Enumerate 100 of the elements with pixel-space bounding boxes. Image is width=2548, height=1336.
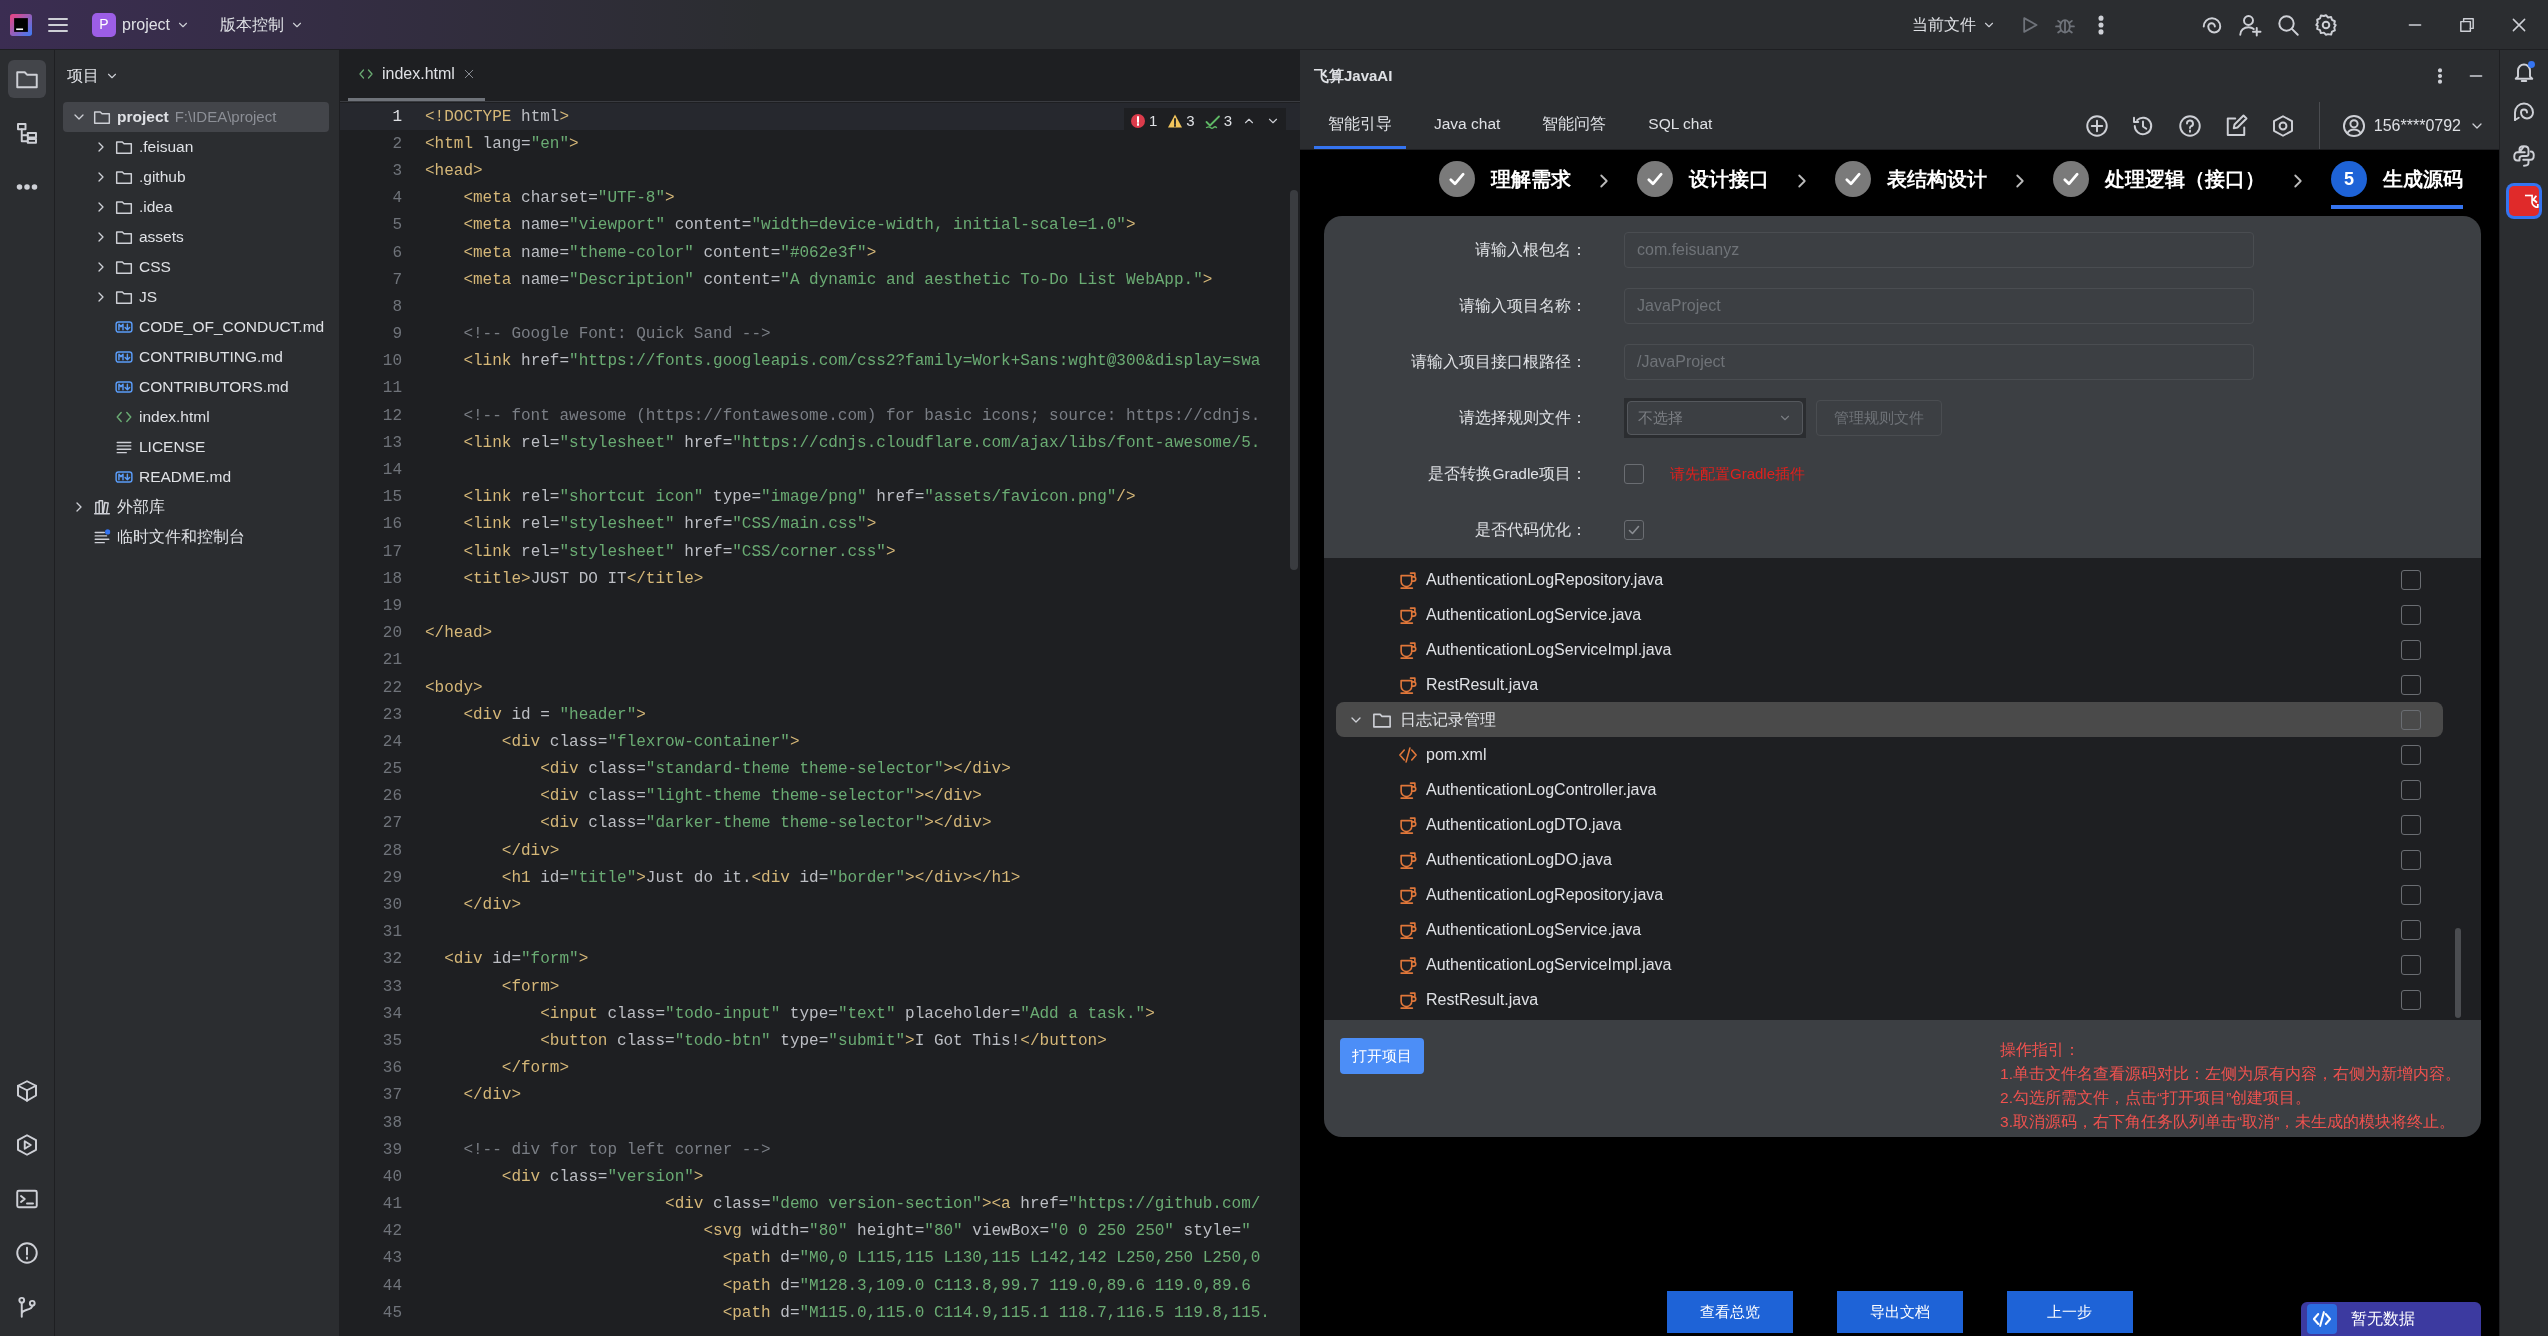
java-file-icon — [1398, 569, 1418, 590]
code-line: </div> — [462, 895, 522, 917]
file-row[interactable]: AuthenticationLogRepository.java — [1324, 877, 2421, 912]
panel-tab[interactable]: SQL chat — [1634, 102, 1727, 149]
checkbox[interactable] — [2401, 884, 2421, 905]
checkbox[interactable] — [2401, 709, 2421, 730]
services-icon[interactable] — [15, 1133, 39, 1157]
code-line: <div class="light-theme theme-selector"></div> — [539, 786, 982, 808]
tree-row[interactable]: index.html — [63, 402, 329, 432]
app-logo-icon[interactable] — [10, 13, 32, 36]
file-row[interactable]: AuthenticationLogController.java — [1324, 772, 2421, 807]
checkbox[interactable] — [2401, 779, 2421, 800]
search-icon[interactable] — [2276, 12, 2300, 37]
checkbox[interactable] — [1624, 464, 1644, 484]
checkbox[interactable] — [2401, 814, 2421, 835]
checkbox[interactable] — [1624, 520, 1644, 540]
scrollbar-thumb[interactable] — [2455, 928, 2461, 1018]
tree-row[interactable]: CSS — [63, 252, 329, 282]
file-row[interactable]: RestResult.java — [1324, 667, 2421, 702]
package-icon[interactable] — [15, 1079, 39, 1103]
step-item[interactable]: 表结构设计 — [1835, 153, 1987, 209]
item-label: CSS — [139, 257, 171, 278]
folder-row[interactable]: 日志记录管理 — [1336, 702, 2443, 737]
run-config-menu[interactable]: 当前文件 — [1904, 8, 2004, 41]
checkbox[interactable] — [2401, 989, 2421, 1010]
line-number: 19 — [381, 595, 402, 617]
item-label: CODE_OF_CONDUCT.md — [139, 317, 325, 338]
tree-row[interactable]: 外部库 — [63, 492, 329, 522]
checkbox[interactable] — [2401, 569, 2421, 590]
code-line: <path d="M115.0,115.0 C114.9,115.1 118.7,116.5 119.8,115. — [721, 1302, 1270, 1324]
file-row[interactable]: AuthenticationLogServiceImpl.java — [1324, 947, 2421, 982]
tree-row[interactable]: CONTRIBUTING.md — [63, 342, 329, 372]
line-number: 28 — [381, 840, 402, 862]
file-row[interactable]: AuthenticationLogServiceImpl.java — [1324, 632, 2421, 667]
structure-icon[interactable] — [15, 121, 39, 145]
panel-title[interactable]: 项目 — [67, 64, 99, 88]
task-status: 暂无数据 — [2351, 1309, 2415, 1329]
vcs-menu[interactable]: 版本控制 — [212, 8, 313, 41]
step-item[interactable]: 处理逻辑（接口） — [2053, 153, 2265, 209]
project-switcher[interactable]: P project — [84, 8, 199, 41]
file-row[interactable]: pom.xml — [1324, 737, 2421, 772]
select-value: 不选择 — [1638, 407, 1683, 428]
add-icon[interactable] — [2084, 113, 2109, 138]
panel-tab[interactable]: 智能引导 — [1314, 102, 1406, 149]
close-icon[interactable] — [462, 68, 475, 80]
step-item[interactable]: 设计接口 — [1637, 153, 1769, 209]
line-number: 24 — [381, 731, 402, 753]
settings-icon[interactable] — [2270, 113, 2295, 138]
plugin-badge[interactable]: 飞 — [2509, 186, 2539, 216]
action-button[interactable]: 上一步 — [2006, 1291, 2133, 1333]
tree-row[interactable]: assets — [63, 222, 329, 252]
task-queue-widget[interactable]: 暂无数据 — [2301, 1302, 2481, 1336]
settings-icon[interactable] — [2314, 12, 2338, 37]
code-line: <html lang="en"> — [425, 133, 579, 155]
checkbox[interactable] — [2401, 604, 2421, 625]
code-line: <title>JUST DO IT</title> — [462, 568, 704, 590]
tree-row[interactable]: CODE_OF_CONDUCT.md — [63, 312, 329, 342]
tree-row[interactable]: JS — [63, 282, 329, 312]
problems-icon[interactable] — [15, 1241, 39, 1265]
file-row[interactable]: AuthenticationLogService.java — [1324, 912, 2421, 947]
file-row[interactable]: AuthenticationLogDO.java — [1324, 842, 2421, 877]
step-item[interactable]: 理解需求 — [1439, 153, 1571, 209]
code-line: <path d="M0,0 L115,115 L130,115 L142,142 L250,250 L250,0 — [721, 1248, 1261, 1270]
restore-icon[interactable] — [2458, 15, 2476, 34]
tree-row[interactable]: .github — [63, 162, 329, 192]
scrollbar-thumb[interactable] — [1290, 190, 1298, 570]
file-row[interactable]: AuthenticationLogRepository.java — [1324, 562, 2421, 597]
line-number: 1 — [391, 106, 402, 128]
checkbox[interactable] — [2401, 954, 2421, 975]
checkbox[interactable] — [2401, 919, 2421, 940]
add-user-icon[interactable] — [2238, 12, 2262, 37]
checkbox[interactable] — [2401, 639, 2421, 660]
panel-tab[interactable]: Java chat — [1420, 102, 1515, 149]
file-row[interactable]: AuthenticationLogService.java — [1324, 597, 2421, 632]
tree-row[interactable]: 临时文件和控制台 — [63, 522, 329, 552]
checkbox[interactable] — [2401, 744, 2421, 765]
terminal-icon[interactable] — [15, 1187, 39, 1211]
step-item[interactable]: 5 生成源码 — [2331, 153, 2463, 209]
panel-tab[interactable]: 智能问答 — [1528, 102, 1621, 149]
tree-row[interactable]: .idea — [63, 192, 329, 222]
checkbox[interactable] — [2401, 674, 2421, 695]
python-icon[interactable] — [2512, 144, 2536, 168]
tree-row[interactable]: project F:\IDEA\project — [63, 102, 329, 132]
action-button[interactable]: 查看总览 — [1666, 1291, 1793, 1333]
bell-icon[interactable] — [2512, 60, 2536, 84]
file-row[interactable]: RestResult.java — [1324, 982, 2421, 1017]
line-number: 23 — [381, 704, 402, 726]
checkbox[interactable] — [2401, 849, 2421, 870]
tree-row[interactable]: README.md — [63, 462, 329, 492]
item-label: README.md — [139, 467, 232, 488]
git-branch-icon[interactable] — [15, 1295, 39, 1319]
tree-row[interactable]: LICENSE — [63, 432, 329, 462]
code-line: <head> — [425, 160, 483, 182]
tree-row[interactable]: CONTRIBUTORS.md — [63, 372, 329, 402]
user-menu[interactable]: 156****0792 — [2318, 102, 2485, 149]
action-button[interactable]: 导出文档 — [1836, 1291, 1963, 1333]
edit-icon[interactable] — [2224, 113, 2249, 138]
file-row[interactable]: AuthenticationLogDTO.java — [1324, 807, 2421, 842]
help-icon[interactable] — [2177, 113, 2202, 138]
tree-row[interactable]: .feisuan — [63, 132, 329, 162]
